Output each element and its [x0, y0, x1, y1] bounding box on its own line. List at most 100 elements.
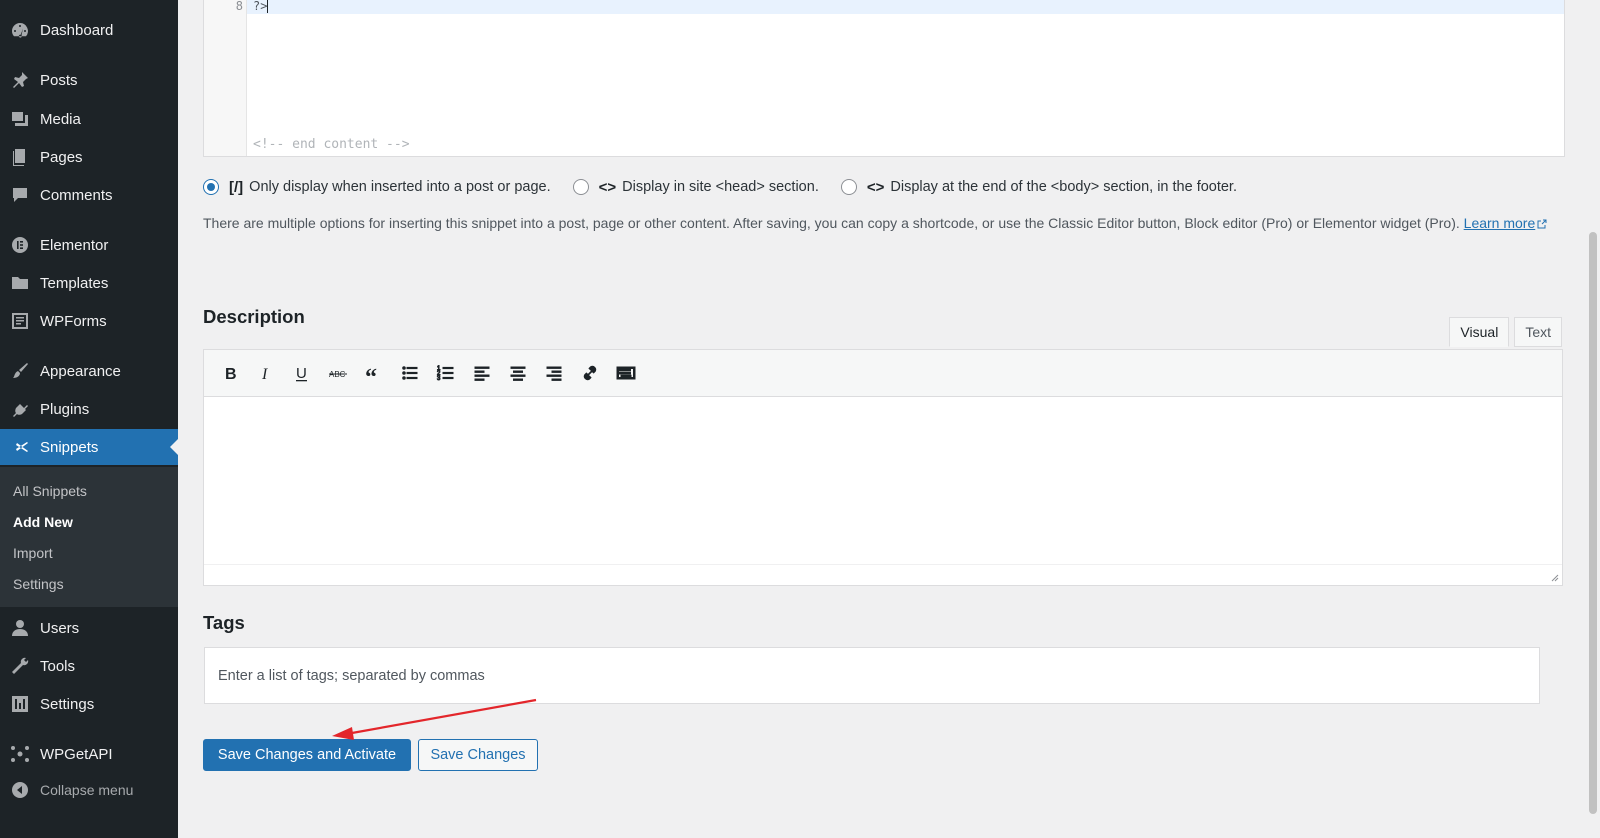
menu-media[interactable]: Media [0, 101, 178, 137]
code-brackets-icon: <> [866, 178, 885, 196]
menu-label: Posts [40, 71, 78, 89]
menu-label: Appearance [40, 362, 121, 380]
toolbar-toggle-button[interactable] [608, 355, 644, 391]
radio-footer[interactable] [840, 179, 857, 195]
collapse-menu-button[interactable]: Collapse menu [0, 772, 178, 808]
location-option-head[interactable]: <> Display in site <head> section. [572, 178, 819, 196]
submenu-all-snippets[interactable]: All Snippets [13, 483, 87, 499]
code-brackets-icon: <> [598, 178, 617, 196]
underline-button[interactable]: U [284, 355, 320, 391]
location-option-footer[interactable]: <> Display at the end of the <body> sect… [840, 178, 1237, 196]
menu-label: Tools [40, 657, 76, 675]
submenu-import[interactable]: Import [13, 545, 53, 561]
insert-help-text: There are multiple options for inserting… [203, 212, 1553, 234]
resize-handle-icon[interactable] [1549, 572, 1559, 582]
tab-visual[interactable]: Visual [1449, 317, 1510, 347]
tags-input[interactable]: Enter a list of tags; separated by comma… [204, 647, 1540, 704]
menu-wpforms[interactable]: WPForms [0, 303, 178, 339]
editor-resize-bar [204, 564, 1562, 585]
menu-label: Snippets [40, 438, 99, 456]
svg-text:B: B [225, 366, 237, 383]
align-center-icon [510, 366, 526, 381]
description-editor: B I U ABC “ 123 [203, 349, 1563, 586]
tab-text[interactable]: Text [1514, 317, 1562, 347]
svg-text:3: 3 [437, 376, 441, 382]
menu-dashboard[interactable]: Dashboard [0, 12, 178, 48]
plugin-icon [10, 399, 30, 419]
menu-wpgetapi[interactable]: WPGetAPI [0, 736, 178, 772]
menu-label: Templates [40, 274, 109, 292]
comments-icon [10, 185, 30, 205]
radio-head[interactable] [572, 179, 589, 195]
editor-toolbar: B I U ABC “ 123 [204, 350, 1562, 397]
align-left-button[interactable] [464, 355, 500, 391]
admin-sidebar: Dashboard Posts Media Pages Comments Ele… [0, 0, 178, 838]
italic-button[interactable]: I [248, 355, 284, 391]
link-icon [583, 365, 597, 381]
code-line[interactable]: ?> [253, 0, 269, 13]
description-content-area[interactable] [204, 397, 1562, 565]
numbered-list-button[interactable]: 123 [428, 355, 464, 391]
location-label: Only display when inserted into a post o… [249, 179, 551, 195]
paintbrush-icon [10, 361, 30, 381]
menu-label: Plugins [40, 400, 90, 418]
toolbar-toggle-icon [616, 366, 636, 380]
insert-location-options: [/] Only display when inserted into a po… [203, 176, 1259, 198]
settings-icon [10, 694, 30, 714]
editor-mode-tabs: Visual Text [1444, 317, 1562, 347]
save-and-activate-button[interactable]: Save Changes and Activate [203, 739, 411, 771]
save-changes-button[interactable]: Save Changes [418, 739, 538, 771]
menu-snippets[interactable]: Snippets [0, 429, 178, 465]
blockquote-icon: “ [365, 365, 377, 383]
radio-shortcode[interactable] [203, 179, 219, 195]
bold-button[interactable]: B [212, 355, 248, 391]
menu-label: Users [40, 619, 80, 637]
scrollbar-thumb[interactable] [1589, 232, 1597, 814]
numbered-list-icon: 123 [437, 366, 454, 383]
dashboard-icon [10, 20, 30, 40]
menu-plugins[interactable]: Plugins [0, 391, 178, 427]
line-number-gutter: 8 [204, 0, 247, 156]
blockquote-button[interactable]: “ [356, 355, 392, 391]
folder-icon [10, 273, 30, 293]
location-label: Display at the end of the <body> section… [890, 179, 1237, 195]
snippets-submenu: All Snippets Add New Import Settings [0, 467, 178, 607]
learn-more-link[interactable]: Learn more [1464, 215, 1536, 231]
menu-label: Settings [40, 695, 95, 713]
italic-icon: I [261, 366, 268, 383]
menu-tools[interactable]: Tools [0, 648, 178, 684]
svg-text:U: U [296, 365, 307, 382]
insert-link-button[interactable] [572, 355, 608, 391]
bullet-list-button[interactable] [392, 355, 428, 391]
menu-elementor[interactable]: Elementor [0, 227, 178, 263]
submenu-add-new[interactable]: Add New [13, 514, 73, 530]
elementor-icon [10, 235, 30, 255]
shortcode-icon: [/] [229, 178, 244, 196]
align-right-button[interactable] [536, 355, 572, 391]
strikethrough-button[interactable]: ABC [320, 355, 356, 391]
menu-users[interactable]: Users [0, 610, 178, 646]
pushpin-icon [10, 70, 30, 90]
current-menu-arrow [170, 439, 178, 455]
code-editor[interactable]: 8 ?> <!-- end content --> [203, 0, 1565, 157]
align-left-icon [474, 366, 490, 381]
network-icon [10, 744, 30, 764]
end-content-comment: <!-- end content --> [253, 137, 410, 152]
menu-pages[interactable]: Pages [0, 139, 178, 175]
submenu-settings[interactable]: Settings [13, 576, 64, 592]
menu-label: Comments [40, 186, 113, 204]
menu-label: Media [40, 110, 81, 128]
tags-heading: Tags [203, 612, 245, 633]
menu-label: Dashboard [40, 21, 114, 39]
pages-icon [10, 147, 30, 167]
menu-templates[interactable]: Templates [0, 265, 178, 301]
menu-settings[interactable]: Settings [0, 686, 178, 722]
svg-text:I: I [261, 366, 268, 383]
menu-comments[interactable]: Comments [0, 177, 178, 213]
menu-posts[interactable]: Posts [0, 62, 178, 98]
media-icon [10, 109, 30, 129]
page-scrollbar[interactable] [1586, 0, 1600, 838]
location-option-shortcode[interactable]: [/] Only display when inserted into a po… [203, 179, 551, 196]
menu-appearance[interactable]: Appearance [0, 353, 178, 389]
align-center-button[interactable] [500, 355, 536, 391]
